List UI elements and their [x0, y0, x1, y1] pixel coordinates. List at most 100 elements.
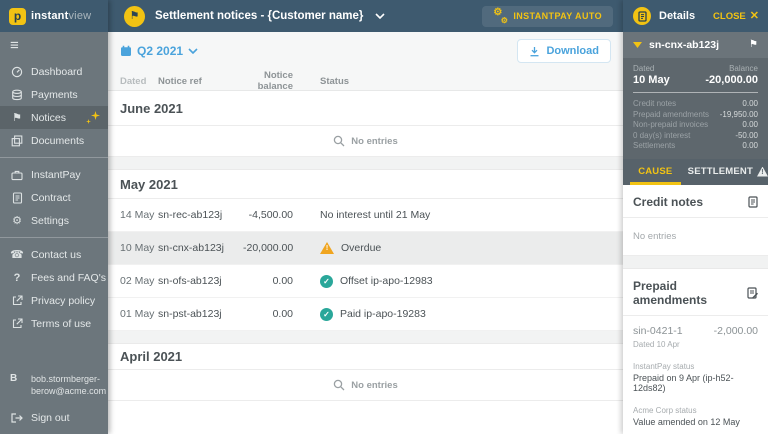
period-label: Q2 2021 — [137, 44, 184, 58]
sidebar-item-settings[interactable]: ⚙ Settings — [0, 209, 108, 232]
brand-bold: instant — [31, 10, 69, 22]
section-title-may: May 2021 — [108, 170, 623, 199]
sidebar-item-documents[interactable]: Documents — [0, 129, 108, 152]
sidebar-item-instantpay[interactable]: InstantPay — [0, 163, 108, 186]
table-row[interactable]: 14 May sn-rec-ab123j -4,500.00 No intere… — [108, 199, 623, 232]
column-notice-balance: Notice balance — [257, 70, 293, 92]
notice-ref: sn-cnx-ab123j — [649, 39, 720, 51]
sign-out-button[interactable]: Sign out — [10, 412, 102, 424]
close-button[interactable]: CLOSE ✕ — [713, 9, 759, 22]
copy-icon — [10, 134, 24, 147]
briefcase-icon — [10, 169, 24, 181]
tab-cause-label: CAUSE — [638, 166, 673, 177]
sparkles-icon — [85, 111, 100, 124]
period-selector[interactable]: Q2 2021 — [120, 44, 198, 58]
title-chevron-down-icon[interactable] — [375, 13, 385, 19]
details-header: Details CLOSE ✕ — [623, 0, 768, 32]
download-label: Download — [546, 45, 599, 57]
breakdown-label: Credit notes — [633, 99, 677, 108]
warning-icon — [320, 242, 334, 254]
prepaid-amendments-section-header: Prepaid amendments — [623, 269, 768, 316]
section-gap — [623, 255, 768, 269]
external-link-icon — [10, 318, 24, 329]
sidebar-item-dashboard[interactable]: Dashboard — [0, 60, 108, 83]
table-row[interactable]: 02 May sn-ofs-ab123j 0.00 Offset ip-apo-… — [108, 265, 623, 298]
question-icon: ? — [13, 271, 21, 284]
sidebar-item-contract[interactable]: Contract — [0, 186, 108, 209]
sidebar-item-terms-of-use[interactable]: Terms of use — [0, 312, 108, 335]
phone-icon: ☎ — [10, 249, 24, 261]
instantview-app: p instantview ≡ Dashboard Payments ⚑ Not… — [0, 0, 768, 434]
table-row[interactable]: 01 May sn-pst-ab123j 0.00 Paid ip-apo-19… — [108, 298, 623, 331]
user-email-text: bob.stormberger-berow@acme.com — [31, 374, 107, 396]
collapse-triangle-icon[interactable] — [633, 42, 642, 48]
close-label: CLOSE — [713, 10, 746, 22]
notice-ref-row[interactable]: sn-cnx-ab123j ⚑ — [623, 32, 768, 58]
credit-notes-empty: No entries — [623, 218, 768, 256]
sidebar-item-label: Contact us — [31, 248, 82, 261]
status-text: No interest until 21 May — [320, 209, 431, 221]
details-tabbar: CAUSE SETTLEMENT — [623, 158, 768, 185]
details-panel: Details CLOSE ✕ sn-cnx-ab123j ⚑ Dated Ba… — [623, 0, 768, 434]
flag-icon[interactable]: ⚑ — [749, 40, 758, 50]
instantpay-status-label: InstantPay status — [633, 361, 695, 371]
balance-card: Dated Balance 10 May -20,000.00 Credit n… — [623, 58, 768, 159]
cell-dated: 10 May — [120, 242, 155, 254]
sidebar-item-contact-us[interactable]: ☎ Contact us — [0, 243, 108, 266]
sidebar-item-notices[interactable]: ⚑ Notices — [0, 106, 108, 129]
amendment-card[interactable]: sin-0421-1 -2,000.00 Dated 10 Apr Instan… — [623, 316, 768, 434]
sidebar-item-label: Payments — [31, 88, 78, 101]
tab-cause[interactable]: CAUSE — [623, 159, 688, 185]
cell-notice-balance: -20,000.00 — [243, 242, 294, 254]
balance-label: Balance — [729, 64, 758, 73]
status-text: Overdue — [341, 242, 382, 254]
sidebar-item-label: Contract — [31, 191, 71, 204]
download-button[interactable]: Download — [517, 39, 611, 63]
user-block: B bob.stormberger-berow@acme.com Sign ou… — [0, 373, 108, 434]
sidebar-item-payments[interactable]: Payments — [0, 83, 108, 106]
card-divider — [633, 92, 758, 93]
sign-out-label: Sign out — [31, 412, 70, 424]
cause-tab-content: Credit notes No entries Prepaid amendmen… — [623, 184, 768, 434]
status-text: Paid ip-apo-19283 — [340, 308, 426, 320]
document-edit-icon — [747, 286, 758, 299]
sign-out-icon — [10, 413, 24, 423]
sidebar-item-label: Notices — [31, 111, 67, 124]
sidebar-item-label: InstantPay — [31, 168, 81, 181]
menu-icon[interactable]: ≡ — [0, 32, 108, 53]
cell-notice-ref: sn-pst-ab123j — [158, 308, 222, 320]
gears-icon: ⚙ — [12, 215, 22, 227]
check-icon — [320, 274, 333, 288]
warning-icon — [757, 166, 768, 177]
sidebar-item-label: Terms of use — [31, 317, 92, 330]
table-header: Dated Notice ref Notice balance Status — [108, 70, 623, 92]
notices-list: June 2021 No entries May 2021 14 May sn-… — [108, 90, 623, 434]
breakdown-value: -50.00 — [735, 130, 758, 140]
breakdown-value: -19,950.00 — [719, 109, 758, 119]
sidebar-item-label: Documents — [31, 134, 85, 147]
column-status: Status — [320, 75, 350, 87]
sidebar-item-privacy-policy[interactable]: Privacy policy — [0, 289, 108, 312]
cell-notice-ref: sn-ofs-ab123j — [158, 275, 222, 287]
sidebar-item-fees-faq[interactable]: ? Fees and FAQ's — [0, 266, 108, 289]
details-title: Details — [659, 10, 696, 22]
acme-status-value: Value amended on 12 May — [633, 416, 740, 427]
instantpay-auto-button[interactable]: ⚙ ⚙ INSTANTPAY AUTO — [482, 5, 613, 27]
cell-notice-balance: -4,500.00 — [248, 209, 293, 221]
calendar-icon — [120, 45, 132, 57]
instantpay-status-value: Prepaid on 9 Apr (ip-h52-12ds82) — [633, 372, 734, 393]
dashboard-icon — [10, 66, 24, 78]
amendment-ref: sin-0421-1 — [633, 324, 683, 337]
cell-notice-ref: sn-cnx-ab123j — [158, 242, 224, 254]
tab-settlement-label: SETTLEMENT — [687, 166, 753, 177]
sidebar-item-label: Settings — [31, 214, 69, 227]
user-email: B bob.stormberger-berow@acme.com — [10, 373, 106, 397]
breakdown-value: 0.00 — [742, 120, 758, 129]
breakdown-value: 0.00 — [742, 141, 758, 150]
cell-status: No interest until 21 May — [293, 209, 623, 221]
main-header: ⚑ Settlement notices - {Customer name} ⚙… — [108, 0, 623, 32]
table-row-selected[interactable]: 10 May sn-cnx-ab123j -20,000.00 Overdue — [108, 232, 623, 265]
cell-notice-balance: 0.00 — [272, 275, 293, 287]
close-icon: ✕ — [749, 9, 759, 22]
tab-settlement[interactable]: SETTLEMENT — [688, 159, 768, 185]
